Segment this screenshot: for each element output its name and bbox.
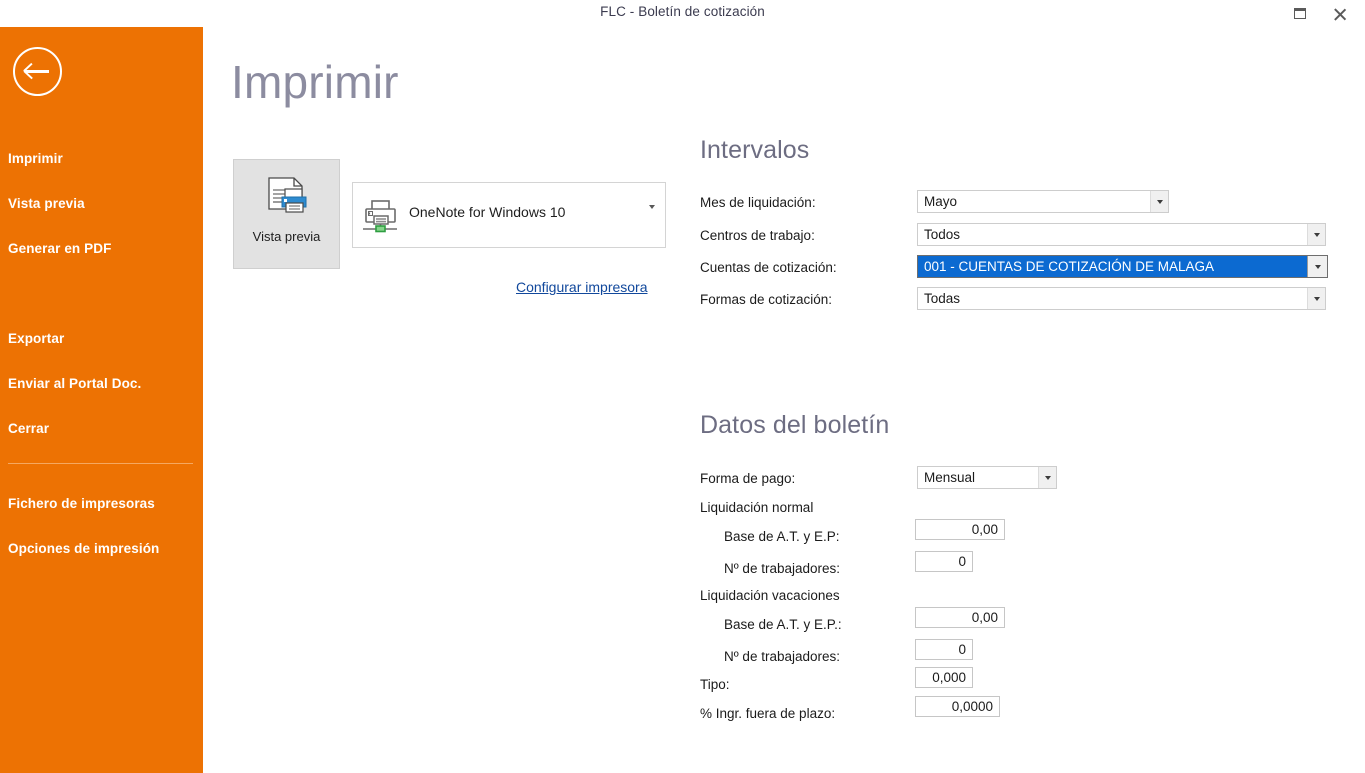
sidebar-item-cerrar[interactable]: Cerrar bbox=[8, 418, 198, 440]
combo-centros-de-trabajo[interactable]: Todos bbox=[917, 223, 1326, 246]
combo-value: Mayo bbox=[924, 194, 958, 209]
input-value: 0,00 bbox=[971, 522, 998, 537]
label-formas-de-cotizacion: Formas de cotización: bbox=[700, 292, 833, 307]
combo-forma-de-pago[interactable]: Mensual bbox=[917, 466, 1057, 489]
sidebar-item-label: Opciones de impresión bbox=[8, 541, 160, 556]
combo-cuentas-de-cotizacion[interactable]: 001 - CUENTAS DE COTIZACIÓN DE MALAGA bbox=[917, 255, 1328, 278]
combo-mes-de-liquidacion[interactable]: Mayo bbox=[917, 190, 1169, 213]
label-cuentas-de-cotizacion: Cuentas de cotización: bbox=[700, 260, 837, 275]
chevron-down-icon bbox=[1313, 296, 1320, 301]
input-value: 0 bbox=[958, 554, 966, 569]
label-centros-de-trabajo: Centros de trabajo: bbox=[700, 228, 815, 243]
group-label-liquidacion-vacaciones: Liquidación vacaciones bbox=[700, 588, 840, 603]
combo-value: Todos bbox=[924, 227, 961, 242]
label-pct-ingr-fuera-de-plazo: % Ingr. fuera de plazo: bbox=[700, 706, 836, 721]
title-bar: FLC - Boletín de cotización bbox=[0, 0, 1365, 27]
input-tipo[interactable]: 0,000 bbox=[915, 667, 973, 688]
window-title: FLC - Boletín de cotización bbox=[600, 4, 765, 19]
label-tipo: Tipo: bbox=[700, 677, 730, 692]
chevron-down-icon bbox=[1314, 264, 1321, 269]
print-preview-icon bbox=[264, 176, 310, 223]
printer-name: OneNote for Windows 10 bbox=[409, 204, 566, 220]
page-title: Imprimir bbox=[231, 56, 399, 108]
print-backstage-window: FLC - Boletín de cotización Imprimir Vis… bbox=[0, 0, 1365, 773]
label-base-at-ep-vacaciones: Base de A.T. y E.P.: bbox=[724, 617, 842, 632]
printer-selector[interactable]: OneNote for Windows 10 bbox=[352, 182, 666, 248]
combo-formas-de-cotizacion[interactable]: Todas bbox=[917, 287, 1326, 310]
group-label-liquidacion-normal: Liquidación normal bbox=[700, 500, 814, 515]
label-mes-de-liquidacion: Mes de liquidación: bbox=[700, 195, 816, 210]
close-icon bbox=[1333, 7, 1347, 21]
label-num-trabajadores-normal: Nº de trabajadores: bbox=[724, 561, 840, 576]
chevron-down-icon bbox=[1156, 199, 1163, 204]
combo-dropdown-button[interactable] bbox=[1150, 191, 1168, 212]
combo-value: Mensual bbox=[924, 470, 976, 485]
network-printer-icon bbox=[361, 197, 399, 240]
sidebar-item-exportar[interactable]: Exportar bbox=[8, 328, 198, 350]
input-value: 0 bbox=[958, 642, 966, 657]
vista-previa-button[interactable]: Vista previa bbox=[233, 159, 340, 269]
input-value: 0,0000 bbox=[951, 699, 993, 714]
sidebar-divider bbox=[8, 463, 193, 464]
label-forma-de-pago: Forma de pago: bbox=[700, 471, 796, 486]
back-arrow-icon bbox=[25, 70, 49, 73]
combo-value: Todas bbox=[924, 291, 961, 306]
sidebar-item-vista-previa[interactable]: Vista previa bbox=[8, 193, 198, 215]
combo-dropdown-button[interactable] bbox=[1038, 467, 1056, 488]
sidebar-item-label: Exportar bbox=[8, 331, 65, 346]
chevron-down-icon bbox=[1313, 232, 1320, 237]
sidebar-item-label: Cerrar bbox=[8, 421, 50, 436]
label-base-at-ep-normal: Base de A.T. y E.P: bbox=[724, 529, 840, 544]
chevron-down-icon[interactable] bbox=[649, 205, 655, 227]
sidebar-item-label: Generar en PDF bbox=[8, 241, 112, 256]
chevron-down-icon bbox=[1044, 475, 1051, 480]
configurar-impresora-link[interactable]: Configurar impresora bbox=[516, 279, 648, 295]
combo-dropdown-button[interactable] bbox=[1307, 224, 1325, 245]
input-value: 0,000 bbox=[932, 670, 966, 685]
sidebar-item-label: Imprimir bbox=[8, 151, 63, 166]
datos-del-boletin-section-title: Datos del boletín bbox=[700, 411, 890, 439]
sidebar-item-fichero-de-impresoras[interactable]: Fichero de impresoras bbox=[8, 493, 198, 515]
input-num-trabajadores-vacaciones[interactable]: 0 bbox=[915, 639, 973, 660]
back-button[interactable] bbox=[13, 47, 62, 96]
restore-icon bbox=[1294, 8, 1306, 19]
input-value: 0,00 bbox=[971, 610, 998, 625]
sidebar-item-imprimir[interactable]: Imprimir bbox=[8, 148, 198, 170]
sidebar-item-generar-en-pdf[interactable]: Generar en PDF bbox=[8, 238, 198, 260]
close-window-button[interactable] bbox=[1320, 0, 1360, 27]
sidebar-item-label: Fichero de impresoras bbox=[8, 496, 155, 511]
vista-previa-button-label: Vista previa bbox=[252, 229, 321, 244]
input-num-trabajadores-normal[interactable]: 0 bbox=[915, 551, 973, 572]
sidebar-item-opciones-de-impresion[interactable]: Opciones de impresión bbox=[8, 538, 198, 560]
input-base-at-ep-normal[interactable]: 0,00 bbox=[915, 519, 1005, 540]
input-base-at-ep-vacaciones[interactable]: 0,00 bbox=[915, 607, 1005, 628]
combo-dropdown-button[interactable] bbox=[1307, 288, 1325, 309]
backstage-main-pane: Imprimir Vista previa OneNote for Window… bbox=[203, 27, 1365, 773]
sidebar-item-enviar-al-portal-doc[interactable]: Enviar al Portal Doc. bbox=[8, 373, 198, 395]
combo-dropdown-button[interactable] bbox=[1307, 256, 1327, 277]
restore-window-button[interactable] bbox=[1280, 0, 1320, 27]
input-pct-ingr-fuera-de-plazo[interactable]: 0,0000 bbox=[915, 696, 1000, 717]
combo-value: 001 - CUENTAS DE COTIZACIÓN DE MALAGA bbox=[924, 259, 1215, 274]
sidebar-item-label: Vista previa bbox=[8, 196, 85, 211]
intervalos-section-title: Intervalos bbox=[700, 136, 810, 164]
backstage-sidebar: Imprimir Vista previa Generar en PDF Exp… bbox=[0, 0, 203, 773]
label-num-trabajadores-vacaciones: Nº de trabajadores: bbox=[724, 649, 840, 664]
sidebar-item-label: Enviar al Portal Doc. bbox=[8, 376, 142, 391]
